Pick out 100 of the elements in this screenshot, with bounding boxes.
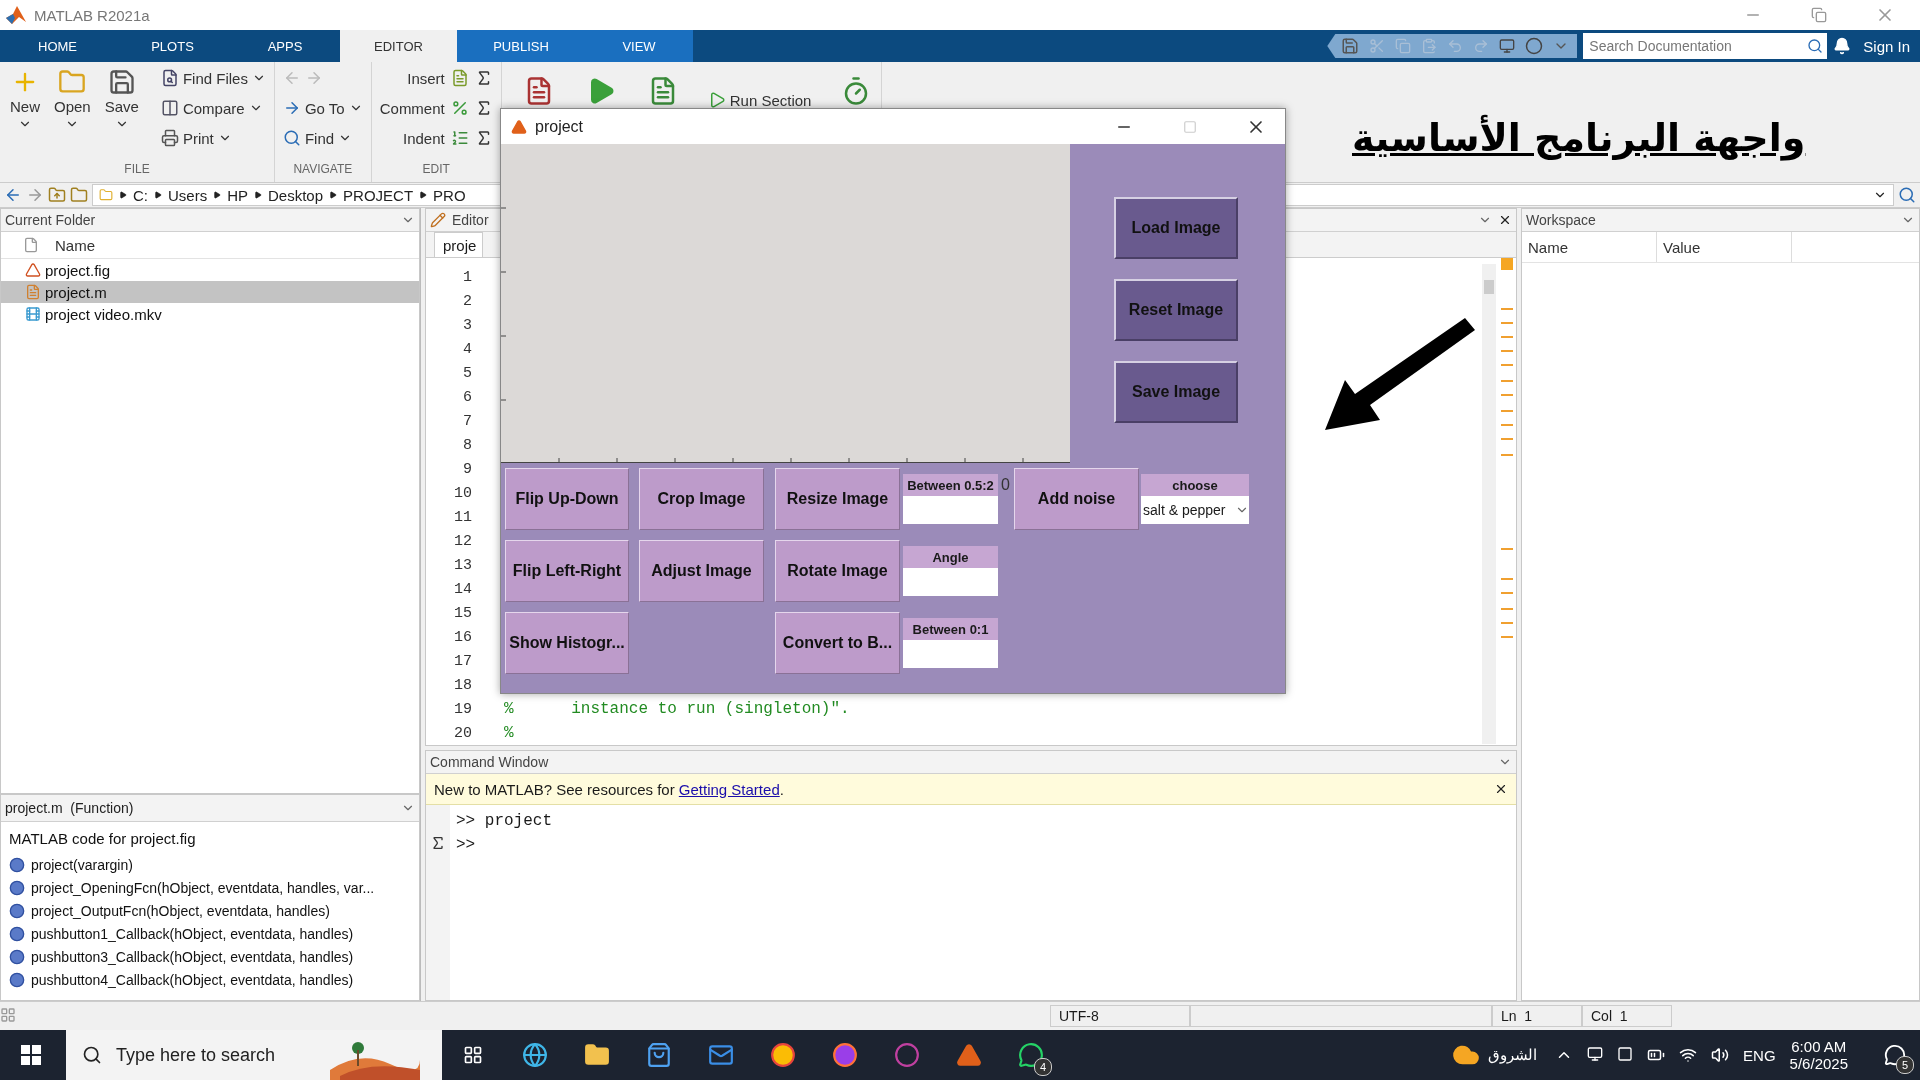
- taskbar-search-box[interactable]: Type here to search: [66, 1030, 442, 1080]
- window-title: MATLAB R2021a: [34, 6, 150, 24]
- clock-time[interactable]: 6:00 AM: [1791, 1038, 1847, 1055]
- back-icon[interactable]: [4, 186, 22, 204]
- path-segment[interactable]: PROJECT: [343, 186, 414, 204]
- figure-button[interactable]: Crop Image: [639, 468, 764, 530]
- ribbon-button[interactable]: Comment: [379, 96, 493, 120]
- ribbon-button[interactable]: Indent: [403, 126, 493, 150]
- windows-logo-icon[interactable]: [21, 1045, 41, 1065]
- panel-title: project.m (Function): [5, 800, 134, 816]
- close-icon[interactable]: [1494, 782, 1508, 796]
- taskbar-search-field[interactable]: Type here to search: [114, 1043, 318, 1067]
- figure-button[interactable]: Convert to B...: [775, 612, 900, 674]
- function-item[interactable]: pushbutton1_Callback(hObject, eventdata, handles): [1, 922, 419, 945]
- find-files-icon: [160, 69, 179, 87]
- function-item[interactable]: pushbutton3_Callback(hObject, eventdata, handles): [1, 945, 419, 968]
- function-item[interactable]: project_OpeningFcn(hObject, eventdata, handles, var...: [1, 876, 419, 899]
- search-box[interactable]: Search Documentation: [1583, 33, 1828, 59]
- store-icon[interactable]: [646, 1042, 672, 1068]
- function-browser-icon[interactable]: [430, 835, 446, 851]
- mail-icon[interactable]: [708, 1042, 734, 1068]
- column-header[interactable]: Value: [1657, 232, 1792, 262]
- restore-icon[interactable]: [1811, 7, 1827, 23]
- figure-button[interactable]: Rotate Image: [775, 540, 900, 602]
- function-item[interactable]: project_OutputFcn(hObject, eventdata, handles): [1, 899, 419, 922]
- line-number: 5: [462, 364, 472, 382]
- search-icon: [282, 129, 301, 147]
- forward-icon[interactable]: [26, 186, 44, 204]
- input-field[interactable]: [903, 496, 998, 524]
- figure-button[interactable]: Flip Up-Down: [505, 468, 629, 530]
- weather-text[interactable]: الشروق: [1488, 1046, 1538, 1064]
- clock-date[interactable]: 5/6/2025: [1789, 1055, 1848, 1072]
- input-field[interactable]: [903, 568, 998, 596]
- scrollbar[interactable]: [1480, 264, 1498, 744]
- column-header[interactable]: Name: [1522, 232, 1657, 262]
- separator-icon: [213, 191, 222, 199]
- ribbon-tab[interactable]: VIEW: [585, 30, 693, 62]
- function-item[interactable]: project(varargin): [1, 853, 419, 876]
- figure-button[interactable]: Show Histogr...: [505, 612, 629, 674]
- path-segment[interactable]: Desktop: [268, 186, 324, 204]
- path-segment[interactable]: C:: [133, 186, 148, 204]
- file-row[interactable]: project.fig: [1, 259, 419, 281]
- line-number: 1: [462, 268, 472, 286]
- dropdown[interactable]: salt & pepper: [1141, 496, 1249, 524]
- ribbon-button[interactable]: Open: [52, 66, 93, 162]
- ribbon-button[interactable]: Insert: [407, 66, 493, 90]
- figure-button[interactable]: Adjust Image: [639, 540, 764, 602]
- language-indicator[interactable]: ENG: [1743, 1046, 1776, 1064]
- folder-icon: [58, 68, 87, 96]
- folder-up-icon[interactable]: [48, 186, 66, 204]
- figure-button[interactable]: Add noise: [1014, 468, 1139, 530]
- figure-button[interactable]: Resize Image: [775, 468, 900, 530]
- ribbon-tab[interactable]: PLOTS: [115, 30, 230, 62]
- ribbon-tab[interactable]: HOME: [0, 30, 115, 62]
- save-icon[interactable]: [1341, 37, 1360, 55]
- line-number: 3: [462, 316, 472, 334]
- pencil-icon: [430, 212, 446, 228]
- line-number: 18: [453, 676, 472, 694]
- close-icon[interactable]: [1498, 213, 1512, 227]
- path-segment[interactable]: HP: [227, 186, 248, 204]
- bell-icon[interactable]: [1833, 37, 1852, 55]
- ribbon-tab[interactable]: APPS: [230, 30, 340, 62]
- ribbon-button[interactable]: Go To: [282, 96, 363, 120]
- window-icon[interactable]: [1499, 38, 1516, 54]
- folder-icon[interactable]: [584, 1042, 610, 1068]
- path-segment[interactable]: Users: [168, 186, 208, 204]
- ribbon-button[interactable]: Save: [102, 66, 141, 162]
- ribbon-button[interactable]: Find: [282, 126, 353, 150]
- volume-icon[interactable]: [1711, 1046, 1730, 1064]
- path-segment[interactable]: PRO: [433, 186, 466, 204]
- browser-icon[interactable]: [522, 1042, 548, 1068]
- ribbon-button[interactable]: Run Section: [707, 88, 812, 112]
- file-row[interactable]: project video.mkv: [1, 303, 419, 325]
- getting-started-link[interactable]: Getting Started: [678, 780, 780, 798]
- search-icon[interactable]: [1898, 186, 1916, 204]
- input-field[interactable]: [903, 640, 998, 668]
- display-icon[interactable]: [1587, 1046, 1604, 1062]
- sign-in-link[interactable]: Sign In: [1851, 30, 1920, 62]
- line-number: 13: [453, 556, 472, 574]
- field-label: Between 0:1: [903, 618, 998, 640]
- app-icon[interactable]: [894, 1042, 920, 1068]
- file-tab[interactable]: proje: [434, 232, 484, 257]
- line-number: 16: [453, 628, 472, 646]
- column-header[interactable]: Name: [49, 232, 175, 258]
- ribbon-button[interactable]: Compare: [160, 96, 263, 120]
- line-number: 11: [453, 508, 472, 526]
- browse-icon[interactable]: [70, 186, 88, 204]
- function-item[interactable]: pushbutton4_Callback(hObject, eventdata, handles): [1, 968, 419, 991]
- ribbon-tab[interactable]: PUBLISH: [457, 30, 585, 62]
- ribbon-button[interactable]: Print: [160, 126, 232, 150]
- wifi-icon[interactable]: [1679, 1046, 1698, 1064]
- ribbon-button[interactable]: Find Files: [160, 66, 266, 90]
- search-field[interactable]: Search Documentation: [1587, 37, 1808, 55]
- task-view-icon[interactable]: [463, 1045, 483, 1065]
- ribbon-tab[interactable]: EDITOR: [340, 30, 457, 62]
- ribbon-button[interactable]: New: [8, 66, 42, 162]
- grip-icon: [0, 1006, 16, 1023]
- file-row[interactable]: project.m: [1, 281, 419, 303]
- panel-title: Command Window: [430, 754, 549, 770]
- figure-button[interactable]: Flip Left-Right: [505, 540, 629, 602]
